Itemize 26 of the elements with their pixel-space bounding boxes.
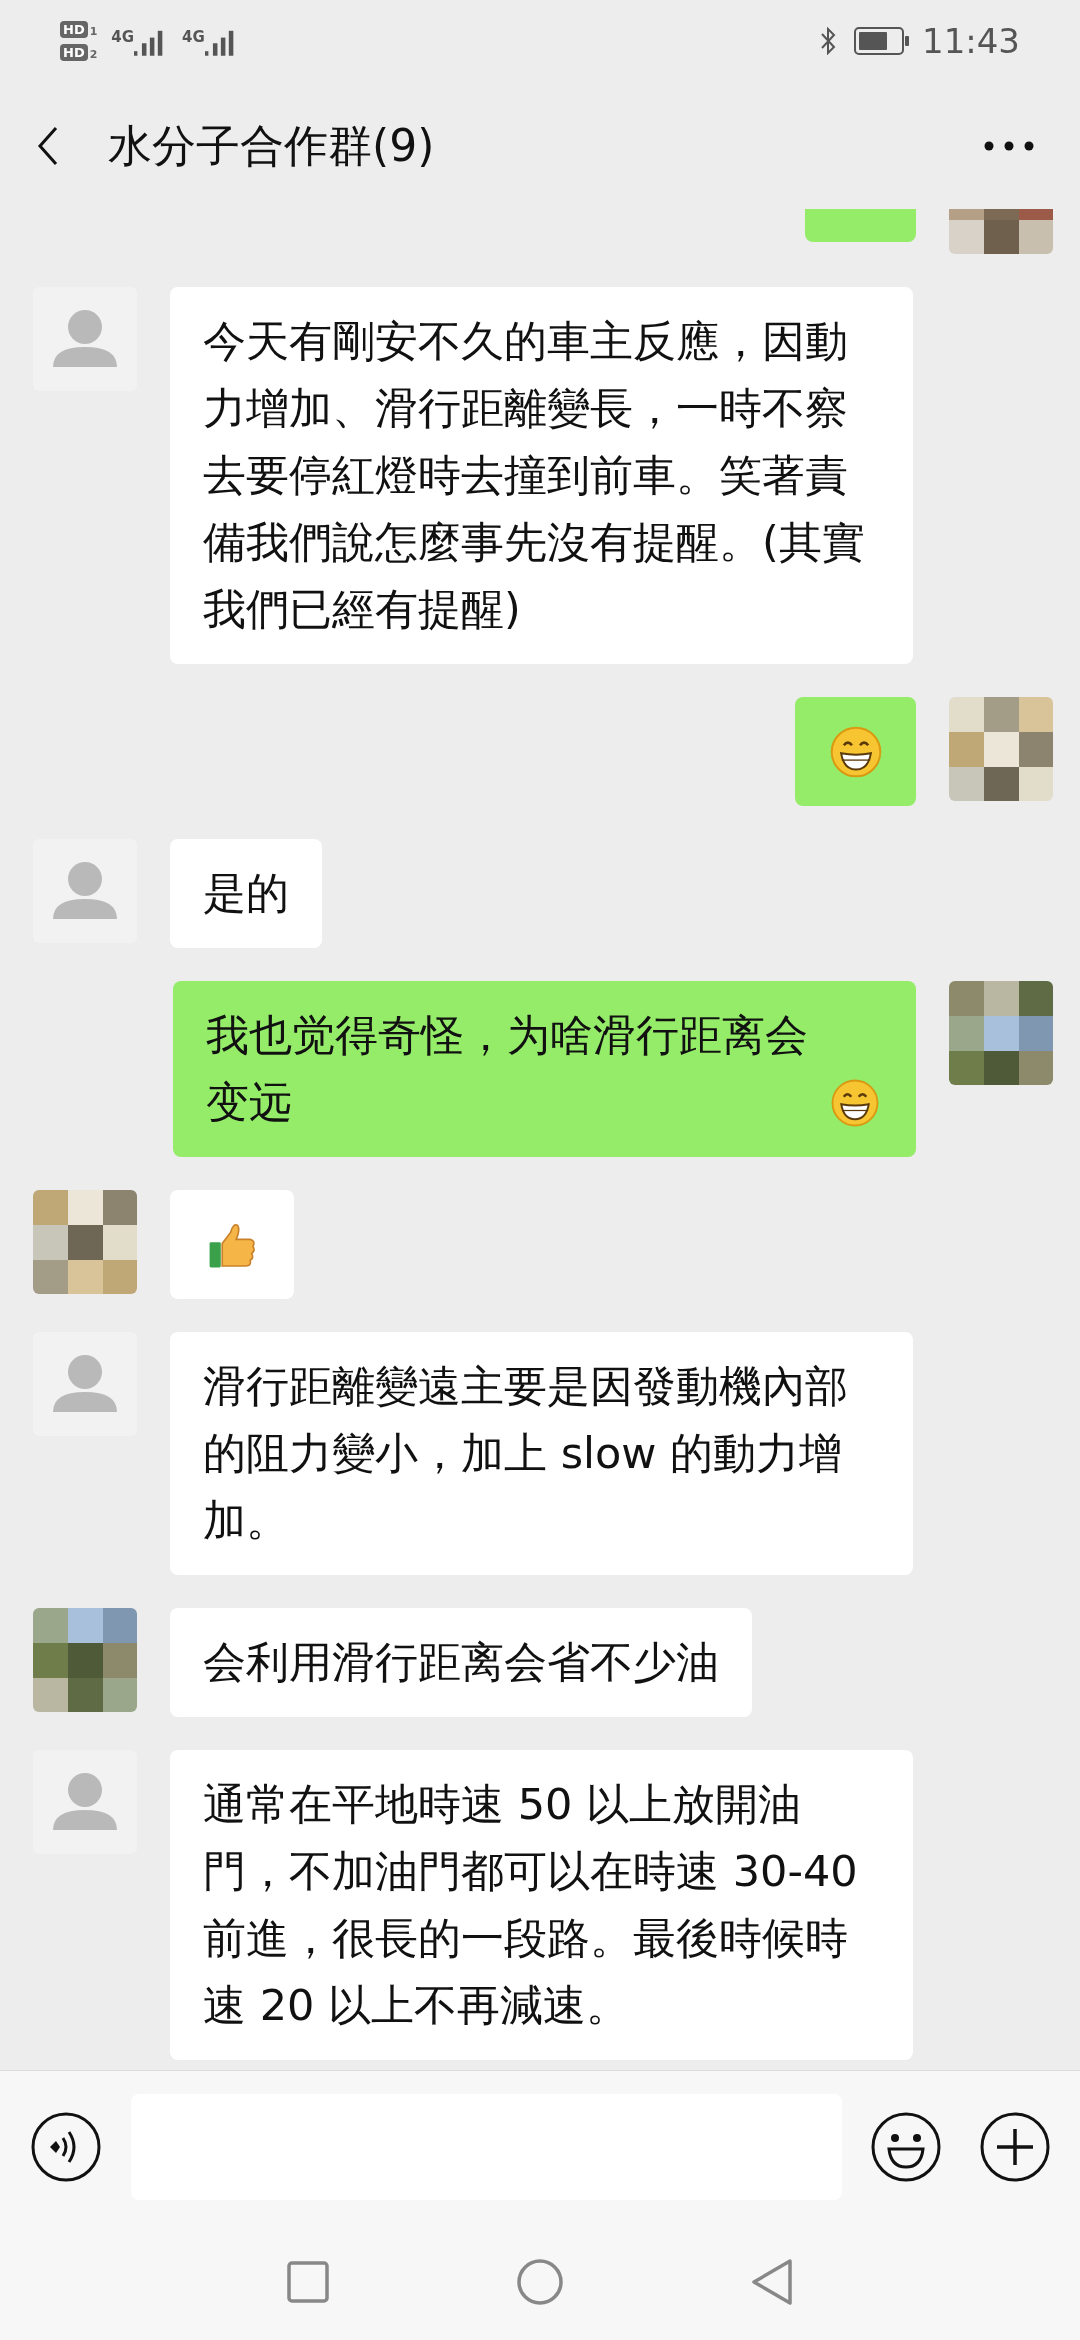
voice-icon[interactable] [30, 2111, 102, 2183]
clock-time: 11:43 [922, 19, 1020, 63]
more-icon[interactable] [984, 140, 1034, 151]
network-label: 4G [111, 27, 135, 48]
chat-title: 水分子合作群(9) [108, 118, 435, 173]
message-bubble: 滑行距離變遠主要是因發動機內部的阻力變小，加上 slow 的動力增加。 [170, 1332, 913, 1575]
bluetooth-icon [820, 27, 836, 55]
message-text: 我也觉得奇怪，为啥滑行距离会变远 [206, 1009, 809, 1129]
message-bubble: 今天有剛安不久的車主反應，因動力增加、滑行距離變長，一時不察去要停紅燈時去撞到前車。笑著責備我們說怎麼事先沒有提醒。(其實我們已經有提醒) [170, 287, 913, 664]
grinning-face-icon [828, 724, 883, 779]
sim-label: HD [60, 21, 88, 38]
back-icon[interactable] [36, 125, 60, 166]
grinning-face-icon [830, 1078, 880, 1128]
message-bubble: 是的 [170, 839, 322, 948]
message-bubble: 会利用滑行距离会省不少油 [170, 1608, 752, 1717]
back-nav-icon[interactable] [750, 2257, 794, 2306]
sim-slot: 1 [89, 26, 98, 38]
network-label: 4G [182, 27, 205, 48]
recent-apps-icon[interactable] [286, 2259, 330, 2304]
emoji-icon[interactable] [870, 2111, 942, 2183]
message-bubble: 通常在平地時速 50 以上放開油門，不加油門都可以在時速 30-40 前進，很長的一段路。最後時候時速 20 以上不再減速。 [170, 1750, 913, 2060]
plus-icon[interactable] [979, 2111, 1051, 2183]
battery-icon [854, 27, 910, 55]
home-icon[interactable] [516, 2257, 564, 2306]
sim-slot: 2 [89, 49, 98, 61]
sim-label: HD [60, 44, 88, 61]
